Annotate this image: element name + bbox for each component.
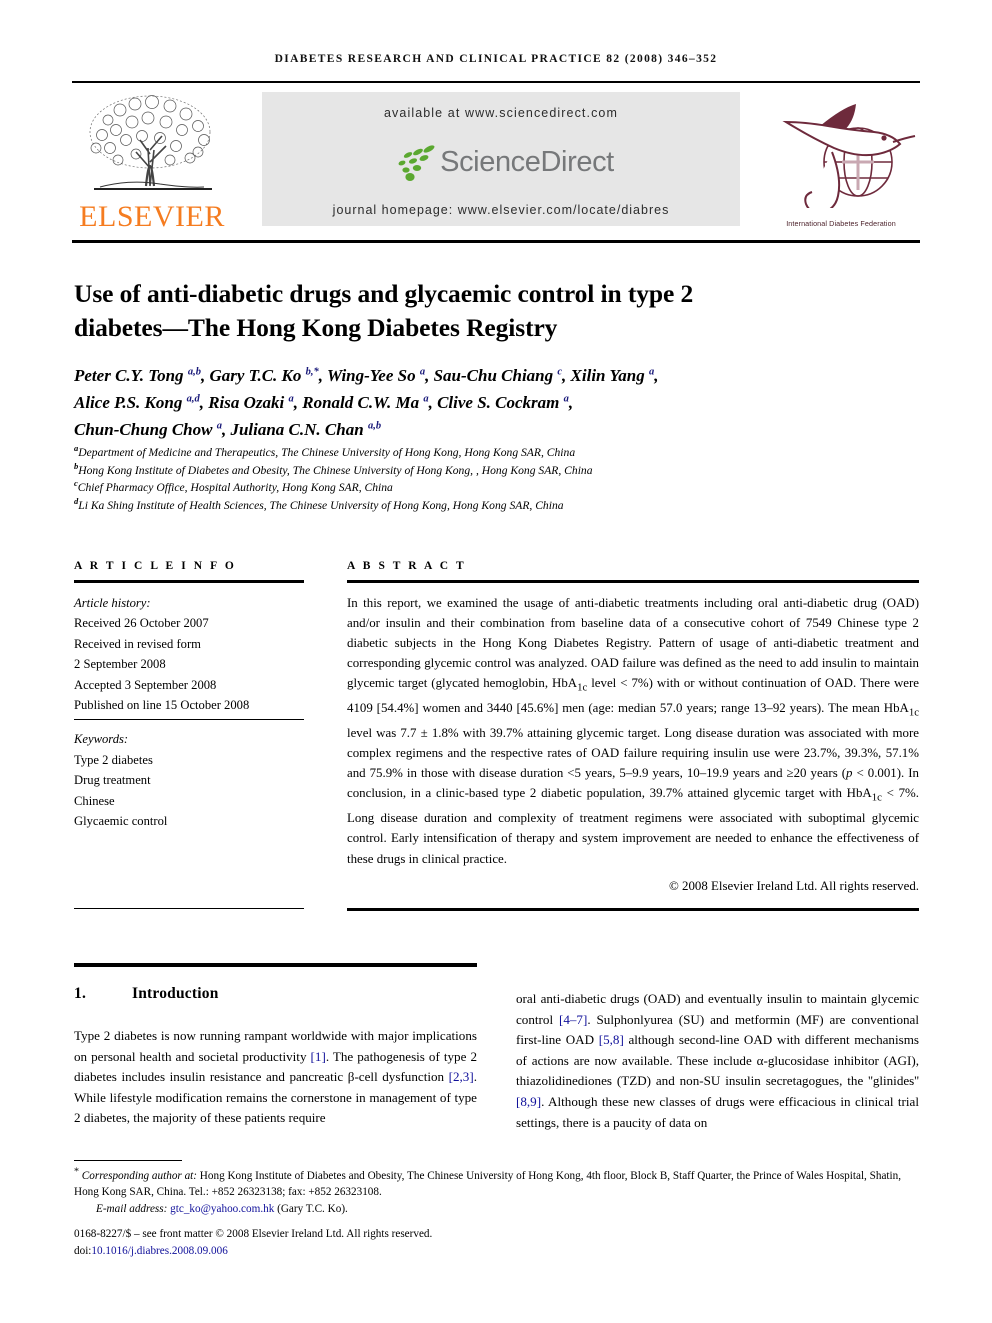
abstract-column: A B S T R A C T In this report, we exami… <box>347 560 919 894</box>
affiliation-item: aDepartment of Medicine and Therapeutics… <box>74 443 576 459</box>
article-history: Article history: Received 26 October 200… <box>74 593 304 716</box>
abstract-text: In this report, we examined the usage of… <box>347 595 920 866</box>
author-line: Alice P.S. Kong a,d, Risa Ozaki a, Ronal… <box>74 393 574 412</box>
article-info-bottom-rule <box>74 908 304 910</box>
idf-caption: International Diabetes Federation <box>786 219 896 228</box>
affiliation-mark: d <box>74 495 79 506</box>
article-page: DIABETES RESEARCH AND CLINICAL PRACTICE … <box>0 0 992 1323</box>
masthead-rule <box>72 240 920 243</box>
affiliation-mark: c <box>74 478 78 489</box>
article-history-item: 2 September 2008 <box>74 657 166 671</box>
corresponding-author-note: * Corresponding author at: Hong Kong Ins… <box>74 1166 902 1199</box>
article-info-rule <box>74 580 304 583</box>
doi-label: doi: <box>74 1244 92 1257</box>
body-column-left: Type 2 diabetes is now running rampant w… <box>74 1028 477 1126</box>
sciencedirect-banner: available at www.sciencedirect.com Scien… <box>262 92 740 226</box>
article-info-column: A R T I C L E I N F O Article history: R… <box>74 560 304 716</box>
sciencedirect-logo: ScienceDirect <box>262 140 740 188</box>
affiliation-item: cChief Pharmacy Office, Hospital Authori… <box>74 478 393 495</box>
author-line: Chun-Chung Chow a, Juliana C.N. Chan a,b <box>74 420 382 439</box>
idf-logo: International Diabetes Federation <box>762 96 920 228</box>
keywords-list: Keywords: Type 2 diabetes Drug treatment C… <box>74 729 304 832</box>
elsevier-logo: ELSEVIER <box>72 90 232 238</box>
article-history-item: Accepted 3 September 2008 <box>74 677 217 692</box>
email-owner: (Gary T.C. Ko). <box>277 1202 348 1215</box>
email-link[interactable]: gtc_ko@yahoo.com.hk <box>170 1203 274 1215</box>
article-history-item: Received in revised form <box>74 636 201 651</box>
keywords-label: Keywords: <box>74 732 129 747</box>
affiliation-mark: a <box>74 443 79 454</box>
email-line: E-mail address: gtc_ko@yahoo.com.hk (Gar… <box>96 1201 920 1217</box>
doi-link[interactable]: 10.1016/j.diabres.2008.09.006 <box>91 1245 227 1257</box>
header-rule <box>72 81 920 83</box>
running-head: DIABETES RESEARCH AND CLINICAL PRACTICE … <box>274 53 718 65</box>
keyword-item: Type 2 diabetes <box>74 752 153 767</box>
available-at-text: available at www.sciencedirect.com <box>383 106 618 120</box>
front-matter-line: 0168-8227/$ – see front matter © 2008 El… <box>74 1228 433 1241</box>
section-heading: 1. Introduction <box>74 985 477 1003</box>
affiliation-item: bHong Kong Institute of Diabetes and Obe… <box>74 460 593 477</box>
article-history-label: Article history: <box>74 595 151 610</box>
keyword-item: Glycaemic control <box>74 814 168 829</box>
abstract-heading: A B S T R A C T <box>347 560 467 572</box>
masthead: ELSEVIER available at www.sciencedirect.… <box>72 88 920 236</box>
author-line: Peter C.Y. Tong a,b, Gary T.C. Ko b,*, W… <box>74 366 659 385</box>
section-title-text: Introduction <box>132 985 219 1002</box>
page-title: Use of anti-diabetic drugs and glycaemic… <box>74 279 694 343</box>
affiliation-item: dLi Ka Shing Institute of Health Science… <box>74 495 564 512</box>
affiliation-mark: b <box>74 460 79 471</box>
keyword-item: Chinese <box>74 793 115 808</box>
elsevier-wordmark: ELSEVIER <box>79 200 225 233</box>
keywords-block: Keywords: Type 2 diabetes Drug treatment C… <box>74 719 304 832</box>
abstract-copyright: © 2008 Elsevier Ireland Ltd. All rights … <box>669 878 919 893</box>
article-info-heading: A R T I C L E I N F O <box>74 560 237 572</box>
author-list: Peter C.Y. Tong a,b, Gary T.C. Ko b,*, W… <box>74 362 914 443</box>
article-history-item: Published on line 15 October 2008 <box>74 698 250 712</box>
sciencedirect-dots-icon <box>398 145 435 181</box>
keyword-item: Drug treatment <box>74 773 151 788</box>
keywords-rule <box>74 719 304 721</box>
page-footer: * Corresponding author at: Hong Kong Ins… <box>74 1166 920 1259</box>
section-number: 1. <box>74 985 87 1002</box>
doi-line: doi:10.1016/j.diabres.2008.09.006 <box>74 1243 920 1259</box>
email-label: E-mail address: <box>96 1202 168 1215</box>
body-column-right: oral anti-diabetic drugs (OAD) and event… <box>516 991 919 1130</box>
elsevier-tree-icon <box>89 95 212 190</box>
abstract-rule <box>347 580 919 583</box>
article-history-item: Received 26 October 2007 <box>74 616 209 630</box>
sciencedirect-wordmark: ScienceDirect <box>440 146 614 178</box>
affiliation-list: aDepartment of Medicine and Therapeutics… <box>74 444 914 514</box>
abstract-bottom-rule <box>347 908 919 911</box>
journal-homepage-text: journal homepage: www.elsevier.com/locat… <box>332 203 670 217</box>
footnote-rule <box>74 1160 182 1162</box>
section-rule <box>74 963 477 967</box>
hummingbird-globe-icon <box>782 104 916 214</box>
